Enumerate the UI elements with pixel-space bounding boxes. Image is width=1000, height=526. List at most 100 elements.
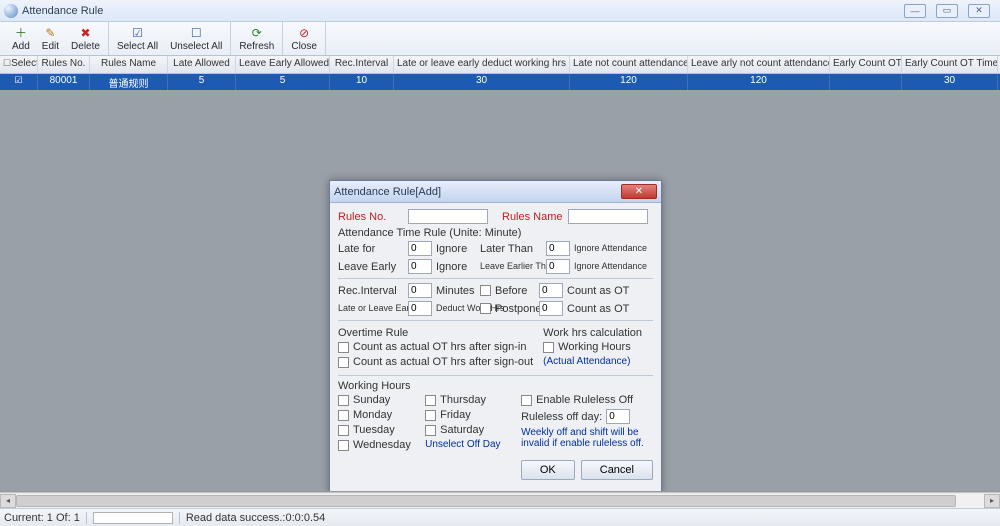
window-title: Attendance Rule: [22, 5, 103, 17]
enable-ruleless-checkbox[interactable]: [521, 395, 532, 406]
status-current: Current: 1 Of: 1: [4, 512, 80, 524]
refresh-button[interactable]: ⟳Refresh: [237, 25, 276, 53]
add-button[interactable]: ＋Add: [10, 25, 32, 53]
maximize-button[interactable]: ▭: [936, 4, 958, 18]
enable-ruleless-label: Enable Ruleless Off: [536, 394, 633, 406]
close-icon: ⊘: [297, 26, 311, 40]
horizontal-scrollbar[interactable]: ◂ ▸: [0, 492, 1000, 508]
scroll-thumb[interactable]: [16, 495, 956, 507]
row-select[interactable]: [0, 74, 38, 90]
working-hours-label: Working Hours: [558, 341, 631, 353]
row-deduct-hrs: 30: [394, 74, 570, 90]
window-titlebar: Attendance Rule — ▭ ✕: [0, 0, 1000, 22]
monday-checkbox[interactable]: [338, 410, 349, 421]
scroll-right-arrow[interactable]: ▸: [984, 494, 1000, 508]
late-or-leave-input[interactable]: [408, 301, 432, 316]
count-as-ot-label-2: Count as OT: [567, 303, 627, 315]
grid-header: Select Rules No. Rules Name Late Allowed…: [0, 56, 1000, 74]
col-deduct-hrs[interactable]: Late or leave early deduct working hrs: [394, 56, 570, 73]
workcalc-section: Work hrs calculation: [543, 327, 653, 339]
ruleless-day-label: Ruleless off day:: [521, 411, 602, 423]
leave-early-input[interactable]: [408, 259, 432, 274]
wednesday-checkbox[interactable]: [338, 440, 349, 451]
rules-name-label: Rules Name: [502, 211, 564, 223]
rules-no-input[interactable]: [408, 209, 488, 224]
ruleless-hint: Weekly off and shift will be invalid if …: [521, 427, 653, 449]
select-all-button[interactable]: ☑Select All: [115, 25, 160, 53]
col-late-allowed[interactable]: Late Allowed: [168, 56, 236, 73]
before-input[interactable]: [539, 283, 563, 298]
leave-early-ignore-label: Ignore: [436, 261, 472, 273]
unselect-all-button[interactable]: ☐Unselect All: [168, 25, 224, 53]
grid-body[interactable]: 80001 普通规则 5 5 10 30 120 120 30 Attendan…: [0, 74, 1000, 492]
sunday-label: Sunday: [353, 394, 390, 406]
delete-icon: ✖: [78, 26, 92, 40]
col-leave-early-allowed[interactable]: Leave Early Allowed: [236, 56, 330, 73]
before-checkbox[interactable]: [480, 285, 491, 296]
ignore-attendance-label-2: Ignore Attendance: [574, 262, 634, 271]
actual-attendance-hint: (Actual Attendance): [543, 356, 653, 367]
time-rule-section: Attendance Time Rule (Unite: Minute): [338, 227, 653, 239]
tuesday-checkbox[interactable]: [338, 425, 349, 436]
before-label: Before: [495, 285, 535, 297]
ruleless-day-input[interactable]: [606, 409, 630, 424]
close-window-button[interactable]: ✕: [968, 4, 990, 18]
later-than-input[interactable]: [546, 241, 570, 256]
col-early-count-ot[interactable]: Early Count OT: [830, 56, 902, 73]
edit-icon: ✎: [43, 26, 57, 40]
col-early-count-ot-time[interactable]: Early Count OT Time: [902, 56, 998, 73]
ot-signout-label: Count as actual OT hrs after sign-out: [353, 356, 533, 368]
col-select[interactable]: Select: [0, 56, 38, 73]
col-rules-no[interactable]: Rules No.: [38, 56, 90, 73]
row-rules-name: 普通规则: [90, 74, 168, 90]
status-bar: Current: 1 Of: 1 Read data success.:0:0:…: [0, 508, 1000, 526]
table-row[interactable]: 80001 普通规则 5 5 10 30 120 120 30: [0, 74, 1000, 90]
row-early-count-ot: [830, 74, 902, 90]
unselect-off-day-link[interactable]: Unselect Off Day: [425, 439, 513, 450]
close-button[interactable]: ⊘Close: [289, 25, 319, 53]
tuesday-label: Tuesday: [353, 424, 395, 436]
delete-button[interactable]: ✖Delete: [69, 25, 102, 53]
saturday-label: Saturday: [440, 424, 484, 436]
saturday-checkbox[interactable]: [425, 425, 436, 436]
ot-signin-checkbox[interactable]: [338, 342, 349, 353]
friday-checkbox[interactable]: [425, 410, 436, 421]
row-rec-interval: 10: [330, 74, 394, 90]
working-hours-section: Working Hours: [338, 380, 653, 392]
rec-interval-input[interactable]: [408, 283, 432, 298]
late-ignore-label: Ignore: [436, 243, 472, 255]
refresh-icon: ⟳: [250, 26, 264, 40]
col-late-not-count[interactable]: Late not count attendance: [570, 56, 688, 73]
dialog-close-button[interactable]: ✕: [621, 184, 657, 199]
minimize-button[interactable]: —: [904, 4, 926, 18]
col-leave-early-not-count[interactable]: Leave arly not count attendance: [688, 56, 830, 73]
row-late-not-count: 120: [570, 74, 688, 90]
row-late-allowed: 5: [168, 74, 236, 90]
sunday-checkbox[interactable]: [338, 395, 349, 406]
ok-button[interactable]: OK: [521, 460, 575, 480]
monday-label: Monday: [353, 409, 392, 421]
select-all-icon: ☑: [131, 26, 145, 40]
leave-earlier-than-input[interactable]: [546, 259, 570, 274]
toolbar: ＋Add ✎Edit ✖Delete ☑Select All ☐Unselect…: [0, 22, 1000, 56]
rules-name-input[interactable]: [568, 209, 648, 224]
scroll-left-arrow[interactable]: ◂: [0, 494, 16, 508]
thursday-label: Thursday: [440, 394, 486, 406]
edit-button[interactable]: ✎Edit: [40, 25, 61, 53]
wednesday-label: Wednesday: [353, 439, 411, 451]
later-than-label: Later Than: [480, 243, 542, 255]
thursday-checkbox[interactable]: [425, 395, 436, 406]
row-rules-no: 80001: [38, 74, 90, 90]
late-for-input[interactable]: [408, 241, 432, 256]
working-hours-checkbox[interactable]: [543, 342, 554, 353]
postpone-label: Postpone: [495, 303, 535, 315]
late-for-label: Late for: [338, 243, 404, 255]
col-rec-interval[interactable]: Rec.Interval: [330, 56, 394, 73]
col-rules-name[interactable]: Rules Name: [90, 56, 168, 73]
add-rule-dialog: Attendance Rule[Add] ✕ Rules No. Rules N…: [329, 180, 662, 492]
cancel-button[interactable]: Cancel: [581, 460, 653, 480]
postpone-checkbox[interactable]: [480, 303, 491, 314]
postpone-input[interactable]: [539, 301, 563, 316]
ot-signout-checkbox[interactable]: [338, 357, 349, 368]
rules-no-label: Rules No.: [338, 211, 404, 223]
